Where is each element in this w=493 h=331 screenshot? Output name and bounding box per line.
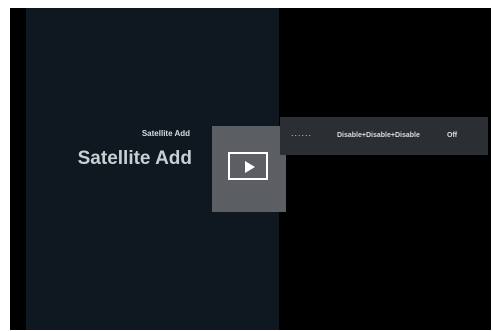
play-button[interactable] [228,152,268,180]
tv-screen: Satellite Add Satellite Add ...... Disab… [10,8,491,330]
left-info-panel: Satellite Add Satellite Add [26,8,286,330]
setting-state: Off [447,132,458,139]
setting-value: Disable+Disable+Disable [337,132,420,139]
small-title: Satellite Add [141,129,190,138]
play-icon [245,161,255,173]
page-title: Satellite Add [77,148,192,169]
video-thumbnail[interactable] [212,126,286,212]
settings-row[interactable]: ...... Disable+Disable+Disable Off [280,117,488,155]
dots-indicator: ...... [291,128,313,138]
